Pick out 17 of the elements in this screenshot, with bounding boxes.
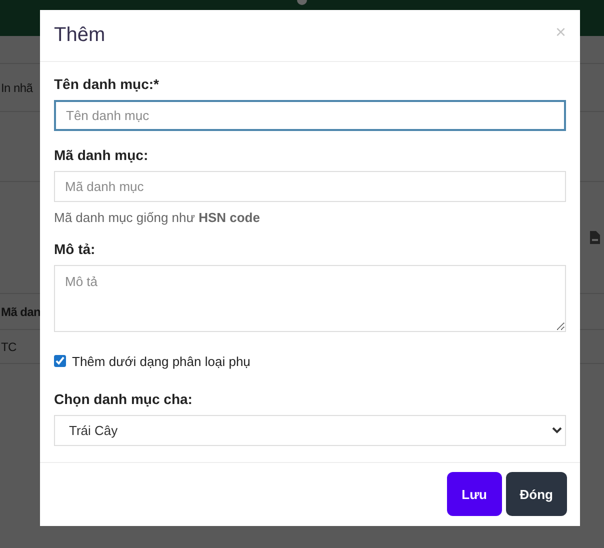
field-label: Mã danh mục: [54,146,150,163]
input-field[interactable]: Tên danh mục [54,100,566,131]
field-label: Tên danh mục:* [54,76,160,92]
textarea-field[interactable]: Mô tả [54,264,566,332]
column-header: Mã dan [1,304,41,318]
checkbox[interactable] [54,355,66,368]
close-button[interactable]: Đóng [506,472,567,516]
field-label: Mô tả: [54,240,96,257]
toolbar-text: In nhã [1,80,33,94]
file-icon[interactable] [590,231,600,244]
select-field[interactable]: Trái Cây [54,414,566,446]
table-cell: TC [1,340,16,354]
help-text: Mã danh mục giống như HSN code [54,210,261,225]
save-button[interactable]: Lưu [446,472,502,516]
checkbox-label: Thêm dưới dạng phân loại phụ [72,354,250,369]
modal-title: Thêm [54,24,106,47]
field-label: Chọn danh mục cha: [54,390,194,407]
